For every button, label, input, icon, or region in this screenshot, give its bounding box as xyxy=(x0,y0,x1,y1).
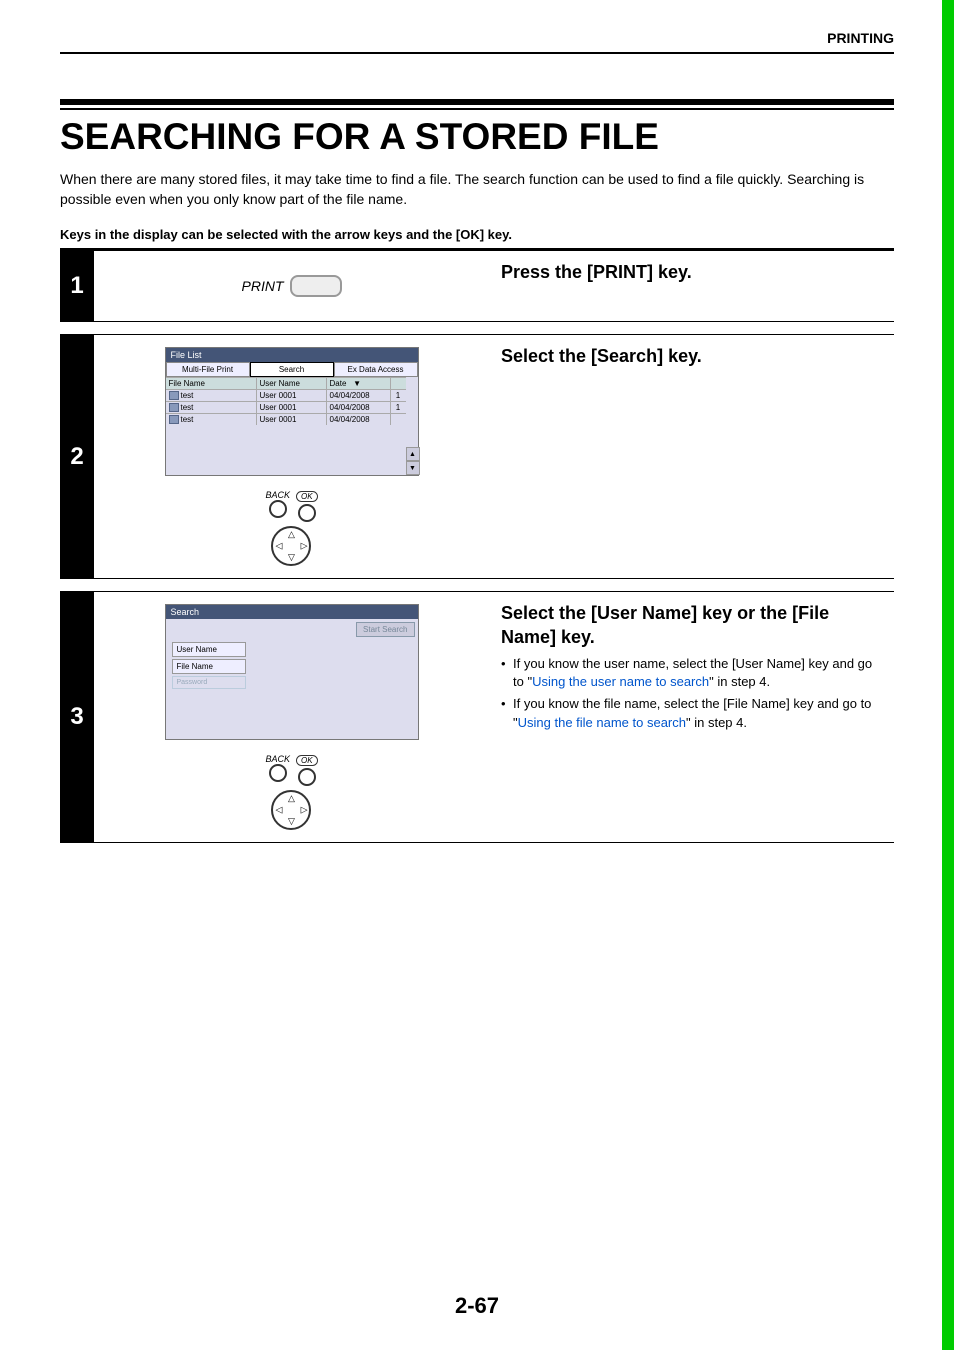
col-header-date[interactable]: Date ▼ xyxy=(326,378,390,389)
cell-date: 04/04/2008 xyxy=(326,390,390,401)
link-user-name-search[interactable]: Using the user name to search xyxy=(532,674,709,689)
cell-file: test xyxy=(181,391,194,400)
date-label: Date xyxy=(330,379,347,388)
arrow-up-icon: △ xyxy=(288,529,295,540)
step-heading: Press the [PRINT] key. xyxy=(501,261,884,284)
bullet-text: " in step 4. xyxy=(709,674,770,689)
back-button[interactable] xyxy=(269,764,287,782)
cell-count xyxy=(390,414,406,425)
print-key-figure: PRINT xyxy=(242,275,342,297)
step-number: 3 xyxy=(60,592,94,842)
arrow-right-icon: ▷ xyxy=(301,541,308,552)
print-key-button-icon xyxy=(290,275,342,297)
file-list-screen: File List Multi-File Print Search Ex Dat… xyxy=(165,347,419,476)
file-icon xyxy=(169,403,179,412)
tab-search[interactable]: Search xyxy=(250,362,334,377)
bullet-item: • If you know the user name, select the … xyxy=(501,655,884,691)
page-number: 2-67 xyxy=(60,1293,894,1319)
step-heading: Select the [User Name] key or the [File … xyxy=(501,602,884,649)
table-row[interactable]: test User 0001 04/04/2008 1 xyxy=(166,389,406,401)
nav-panel: BACK OK △ ▽ ▷ ◁ xyxy=(265,486,317,566)
screen-title: Search xyxy=(166,605,418,619)
ok-button[interactable] xyxy=(298,504,316,522)
dpad[interactable]: △ ▽ ▷ ◁ xyxy=(271,790,311,830)
page-index-tab xyxy=(942,0,954,1350)
col-header-count xyxy=(390,378,406,389)
arrow-down-icon: ▽ xyxy=(288,816,295,827)
cell-file: test xyxy=(181,403,194,412)
screen-title: File List xyxy=(166,348,418,362)
step-figure: Search Start Search User Name File Name … xyxy=(94,592,489,842)
arrow-down-icon: ▽ xyxy=(288,552,295,563)
table-row[interactable]: test User 0001 04/04/2008 xyxy=(166,413,406,425)
option-user-name[interactable]: User Name xyxy=(172,642,246,657)
arrow-right-icon: ▷ xyxy=(301,805,308,816)
bullet-item: • If you know the file name, select the … xyxy=(501,695,884,731)
nav-panel: BACK OK △ ▽ ▷ ◁ xyxy=(265,750,317,830)
scroll-down-button[interactable]: ▼ xyxy=(406,461,420,475)
step-divider xyxy=(60,842,894,843)
cell-user: User 0001 xyxy=(256,402,326,413)
file-icon xyxy=(169,391,179,400)
search-screen: Search Start Search User Name File Name … xyxy=(165,604,419,740)
empty-area xyxy=(166,425,406,475)
dpad[interactable]: △ ▽ ▷ ◁ xyxy=(271,526,311,566)
rule-thin xyxy=(60,108,894,110)
intro-paragraph: When there are many stored files, it may… xyxy=(60,170,894,209)
tab-ex-data-access[interactable]: Ex Data Access xyxy=(334,362,418,377)
table-row[interactable]: test User 0001 04/04/2008 1 xyxy=(166,401,406,413)
cell-file: test xyxy=(181,415,194,424)
step-2: 2 File List Multi-File Print Search Ex D… xyxy=(60,335,894,578)
col-header-file-name[interactable]: File Name xyxy=(166,378,256,389)
note-instruction: Keys in the display can be selected with… xyxy=(60,227,894,242)
option-file-name[interactable]: File Name xyxy=(172,659,246,674)
ok-button[interactable] xyxy=(298,768,316,786)
sort-icon: ▼ xyxy=(353,379,361,388)
cell-date: 04/04/2008 xyxy=(326,414,390,425)
step-1: 1 PRINT Press the [PRINT] key. xyxy=(60,251,894,321)
page-title: SEARCHING FOR A STORED FILE xyxy=(60,116,894,158)
step-heading: Select the [Search] key. xyxy=(501,345,884,368)
ok-label: OK xyxy=(296,491,318,502)
col-header-user-name[interactable]: User Name xyxy=(256,378,326,389)
step-figure: File List Multi-File Print Search Ex Dat… xyxy=(94,335,489,578)
step-number: 2 xyxy=(60,335,94,578)
bullet-text: " in step 4. xyxy=(686,715,747,730)
link-file-name-search[interactable]: Using the file name to search xyxy=(518,715,686,730)
tab-multi-file-print[interactable]: Multi-File Print xyxy=(166,362,250,377)
step-figure: PRINT xyxy=(94,251,489,321)
option-password[interactable]: Password xyxy=(172,676,246,689)
back-button[interactable] xyxy=(269,500,287,518)
scroll-up-button[interactable]: ▲ xyxy=(406,447,420,461)
header-section-label: PRINTING xyxy=(60,30,894,54)
back-label: BACK xyxy=(265,754,290,764)
file-icon xyxy=(169,415,179,424)
back-label: BACK xyxy=(265,490,290,500)
empty-area xyxy=(166,691,418,739)
start-search-button[interactable]: Start Search xyxy=(356,622,414,637)
step-number: 1 xyxy=(60,251,94,321)
ok-label: OK xyxy=(296,755,318,766)
arrow-up-icon: △ xyxy=(288,793,295,804)
step-3: 3 Search Start Search User Name File Nam… xyxy=(60,592,894,842)
arrow-left-icon: ◁ xyxy=(275,541,282,552)
cell-count: 1 xyxy=(390,402,406,413)
cell-user: User 0001 xyxy=(256,390,326,401)
cell-count: 1 xyxy=(390,390,406,401)
print-key-label: PRINT xyxy=(242,278,284,294)
arrow-left-icon: ◁ xyxy=(275,805,282,816)
rule-thick xyxy=(60,99,894,105)
cell-user: User 0001 xyxy=(256,414,326,425)
cell-date: 04/04/2008 xyxy=(326,402,390,413)
